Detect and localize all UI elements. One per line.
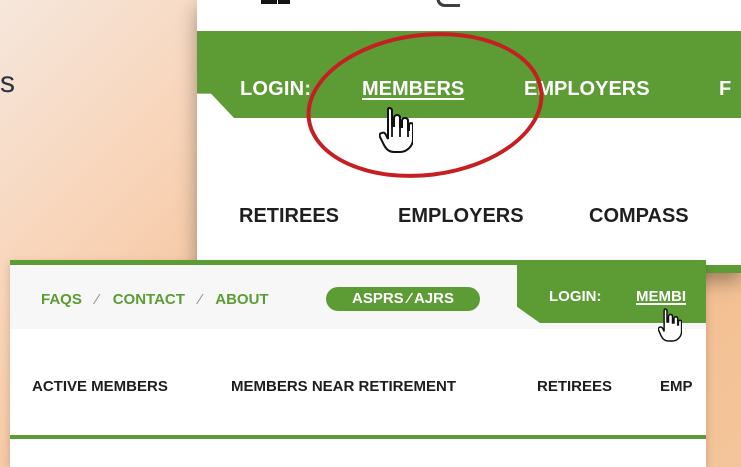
subnav-active-members[interactable]: ACTIVE MEMBERS [32, 378, 168, 395]
zoom-subnavigation: RETIREES EMPLOYERS COMPASS [197, 205, 741, 233]
login-label: LOGIN: [549, 288, 602, 305]
bottom-green-rule [10, 435, 706, 439]
utility-links: FAQS ⁄ CONTACT ⁄ ABOUT [41, 291, 269, 308]
members-link[interactable]: MEMBI [636, 288, 686, 305]
zoom-top-strip [197, 0, 741, 30]
zoom-subnav-compass[interactable]: COMPASS [589, 205, 689, 228]
hand-pointer-icon [658, 308, 682, 342]
partial-logo-mark [261, 0, 277, 4]
asprs-ajrs-button[interactable]: ASPRS ⁄ AJRS [326, 287, 480, 311]
contact-link[interactable]: CONTACT [113, 291, 185, 308]
subnav-members-near-retirement[interactable]: MEMBERS NEAR RETIREMENT [231, 378, 456, 395]
separator-icon: ⁄ [199, 291, 202, 308]
subnav-retirees[interactable]: RETIREES [537, 378, 612, 395]
hand-pointer-icon [379, 106, 413, 153]
partial-logo-mark-2 [278, 0, 290, 4]
zoom-subnav-retirees[interactable]: RETIREES [239, 205, 339, 228]
zoom-login-label: LOGIN: [240, 78, 312, 100]
background-partial-text: s [0, 66, 15, 99]
zoom-next-link-partial[interactable]: F [719, 78, 731, 101]
main-subnavigation: ACTIVE MEMBERS MEMBERS NEAR RETIREMENT R… [10, 378, 706, 408]
separator-icon: ⁄ [96, 291, 99, 308]
site-header-screenshot: FAQS ⁄ CONTACT ⁄ ABOUT ASPRS ⁄ AJRS LOGI… [10, 260, 706, 467]
zoom-subnav-employers[interactable]: EMPLOYERS [398, 205, 524, 228]
faqs-link[interactable]: FAQS [41, 291, 82, 308]
subnav-employers-partial[interactable]: EMP [660, 378, 693, 395]
about-link[interactable]: ABOUT [215, 291, 268, 308]
